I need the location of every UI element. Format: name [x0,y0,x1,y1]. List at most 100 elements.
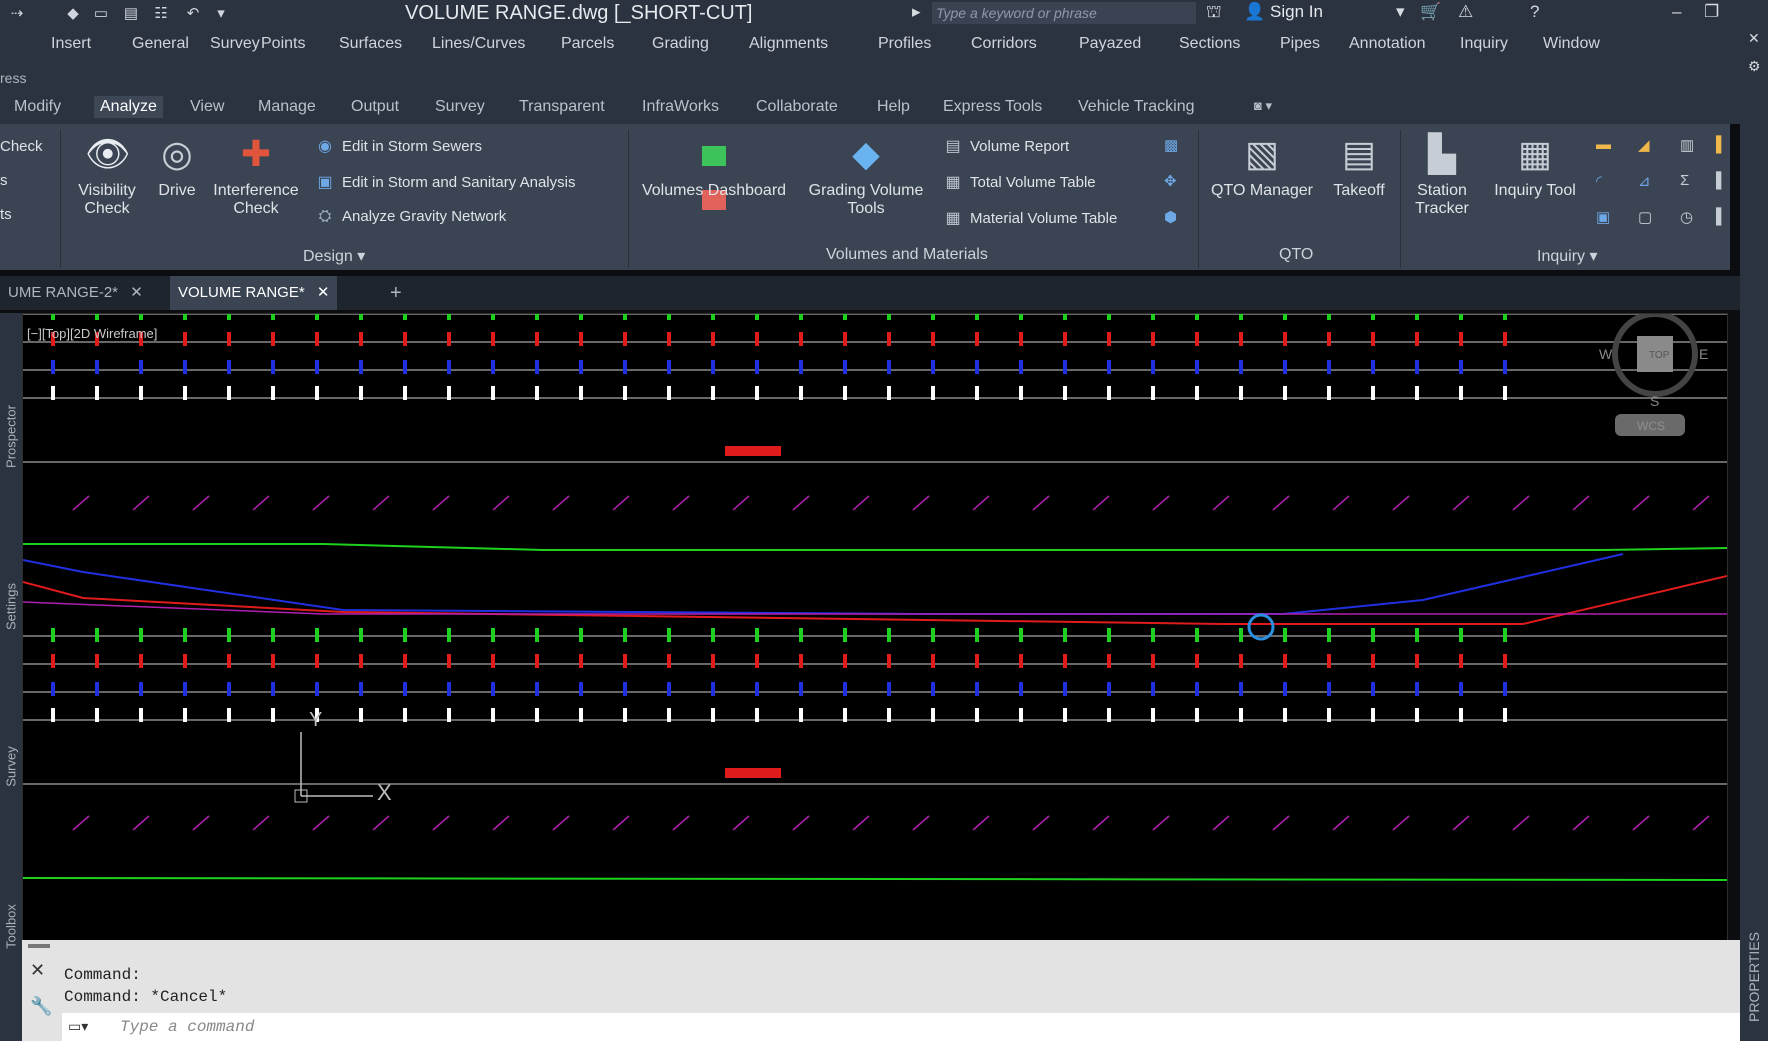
menu-points[interactable]: Points [261,35,305,53]
edit-storm-sanitary-button[interactable]: ▣ Edit in Storm and Sanitary Analysis [314,172,575,192]
material-volume-table-button[interactable]: ▦ Material Volume Table [942,208,1117,228]
ribbon-left-cut-0[interactable]: Check [0,138,43,155]
menu-insert[interactable]: Insert [51,35,91,53]
interference-check-button[interactable]: ✚ Interference Check [206,132,306,218]
doc-tab-volume-range[interactable]: VOLUME RANGE* ✕ [170,276,338,310]
time-icon[interactable]: ◷ [1680,208,1693,226]
drive-button[interactable]: ◎ Drive [150,132,204,200]
cart-icon[interactable]: 🛒 [1420,2,1441,22]
inquiry-list-icon[interactable]: ▣ [1596,208,1610,226]
qto-manager-button[interactable]: ▧ QTO Manager [1204,132,1320,200]
palette-tab-toolbox[interactable]: Toolbox [4,890,19,964]
binoculars-icon[interactable]: ⛫ [1206,2,1222,24]
menu-corridors[interactable]: Corridors [971,35,1037,53]
search-input[interactable]: Type a keyword or phrase [932,2,1196,24]
menu-window[interactable]: Window [1543,35,1600,53]
menu-survey[interactable]: Survey [210,35,260,53]
menu-pipes[interactable]: Pipes [1280,35,1320,53]
sign-in-link[interactable]: Sign In [1270,2,1323,22]
volumes-dashboard-button[interactable]: Volumes Dashboard [634,132,794,210]
restore-icon[interactable]: ❐ [1704,2,1719,22]
close-icon[interactable]: ✕ [130,284,143,301]
tab-transparent[interactable]: Transparent [519,98,605,116]
compass-s[interactable]: S [1650,393,1659,409]
search-arrow-icon[interactable]: ▸ [912,2,921,22]
grading-volume-tools-button[interactable]: ◆ Grading Volume Tools [800,132,932,218]
settings-icon[interactable]: ⚙ [1748,58,1761,75]
inquiry-panel-label[interactable]: Inquiry ▾ [1537,246,1598,266]
drawing-svg[interactable]: Y X TOP N W E S WCS [22,297,1768,941]
volume-tool-1-icon[interactable]: ▩ [1164,136,1178,154]
tab-infraworks[interactable]: InfraWorks [642,98,719,116]
inquiry-region-icon[interactable]: ▢ [1638,208,1652,226]
menu-parcels[interactable]: Parcels [561,35,614,53]
menu-grading[interactable]: Grading [652,35,709,53]
save-icon[interactable]: ▤ [120,4,142,24]
volume-tool-3-icon[interactable]: ⬢ [1164,208,1177,226]
properties-palette-tab[interactable]: PROPERTIES [1746,914,1762,1022]
ribbon-options-icon[interactable]: ◙ ▾ [1254,98,1272,114]
ribbon-left-cut-2[interactable]: ts [0,206,12,223]
tab-express-tools[interactable]: Express Tools [943,98,1042,116]
tab-analyze[interactable]: Analyze [94,96,163,118]
dropdown-icon[interactable]: ▾ [1396,2,1405,22]
palette-tab-survey[interactable]: Survey [4,730,19,804]
close-icon[interactable]: ✕ [30,960,45,981]
close-icon[interactable]: ✕ [317,284,330,301]
inquiry-extra-2-icon[interactable]: ▌ [1716,172,1727,189]
menu-profiles[interactable]: Profiles [878,35,931,53]
tab-modify[interactable]: Modify [14,98,61,116]
inquiry-extra-3-icon[interactable]: ▌ [1716,208,1727,225]
total-volume-table-button[interactable]: ▦ Total Volume Table [942,172,1095,192]
ribbon-left-cut-1[interactable]: s [0,172,8,189]
command-line-grip[interactable] [28,944,50,948]
viewport-controls-label[interactable]: [−][Top][2D Wireframe] [27,326,157,341]
inquiry-arc-icon[interactable]: ◜ [1596,172,1602,190]
menu-surfaces[interactable]: Surfaces [339,35,402,53]
inquiry-extra-1-icon[interactable]: ▌ [1716,136,1727,153]
drawing-canvas[interactable]: Y X TOP N W E S WCS [−][Top][2D Wirefram… [22,297,1768,942]
menu-payazed[interactable]: Payazed [1079,35,1141,53]
menu-inquiry[interactable]: Inquiry [1460,35,1508,53]
inquiry-distance-icon[interactable]: ▬ [1596,136,1611,153]
volume-tool-2-icon[interactable]: ✥ [1164,172,1177,190]
volume-report-button[interactable]: ▤ Volume Report [942,136,1069,156]
menu-lines-curves[interactable]: Lines/Curves [432,35,525,53]
compass-w[interactable]: W [1599,346,1613,362]
plot-icon[interactable]: ☷ [150,4,172,24]
station-tracker-button[interactable]: ▙ Station Tracker [1404,132,1480,218]
new-tab-icon[interactable]: + [382,276,410,310]
menu-sections[interactable]: Sections [1179,35,1240,53]
palette-tab-settings[interactable]: Settings [4,570,19,644]
open-icon[interactable]: ◆ [62,4,84,24]
application-menu-icon[interactable]: ⇢ [6,4,28,24]
visibility-check-button[interactable]: 👁 Visibility Check [66,132,148,218]
inquiry-id-icon[interactable]: ▥ [1680,136,1694,154]
inquiry-angle-icon[interactable]: ⊿ [1638,172,1651,190]
tab-vehicle-tracking[interactable]: Vehicle Tracking [1078,98,1195,116]
menu-general[interactable]: General [132,35,189,53]
inquiry-area-icon[interactable]: ◢ [1638,136,1650,154]
minimize-icon[interactable]: – [1672,2,1681,22]
viewcube[interactable]: TOP N W E S [1599,297,1708,409]
takeoff-button[interactable]: ▤ Takeoff [1322,132,1396,200]
edit-storm-sewers-button[interactable]: ◉ Edit in Storm Sewers [314,136,482,156]
customize-qat-icon[interactable]: ▾ [210,4,232,24]
new-icon[interactable]: ▭ [90,4,112,24]
customize-wrench-icon[interactable]: 🔧 [30,996,52,1017]
connect-icon[interactable]: ⚠ [1458,2,1473,22]
tab-help[interactable]: Help [877,98,910,116]
tab-output[interactable]: Output [351,98,399,116]
menu-alignments[interactable]: Alignments [749,35,828,53]
tab-collaborate[interactable]: Collaborate [756,98,838,116]
user-icon[interactable]: 👤 [1244,2,1265,22]
analyze-gravity-button[interactable]: ⛭ Analyze Gravity Network [314,208,507,228]
menu-annotation[interactable]: Annotation [1349,35,1426,53]
wcs-menu[interactable]: WCS [1615,414,1685,436]
help-icon[interactable]: ? [1530,2,1539,22]
sum-icon[interactable]: Σ [1680,172,1689,189]
doc-tab-volume-range-2[interactable]: UME RANGE-2* ✕ [0,276,151,310]
tab-manage[interactable]: Manage [258,98,316,116]
compass-e[interactable]: E [1699,346,1708,362]
design-panel-label[interactable]: Design ▾ [303,246,365,266]
